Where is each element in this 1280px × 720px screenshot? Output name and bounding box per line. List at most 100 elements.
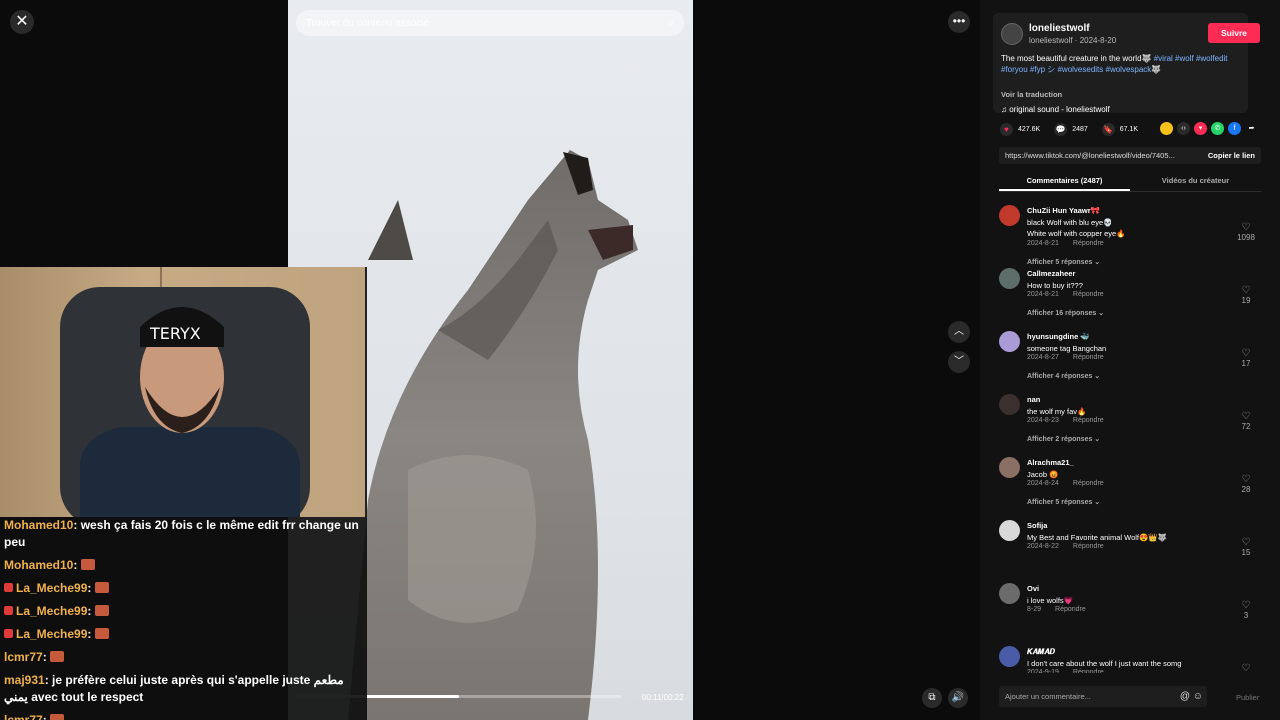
like-stat[interactable]: ♥ 427.6K (1000, 122, 1040, 136)
comment-item: Sofija My Best and Favorite animal Wolf😍👑… (999, 518, 1261, 581)
reply-button[interactable]: Répondre (1073, 543, 1104, 550)
comment-meta: 2024-8-23 Répondre (1027, 417, 1104, 424)
comment-username[interactable]: Ovi (1027, 584, 1039, 593)
reply-button[interactable]: Répondre (1073, 669, 1104, 673)
comment-date: 2024-8-23 (1027, 417, 1059, 424)
heart-outline-icon: ♡ (1241, 348, 1251, 359)
pip-button[interactable]: ⧉ (922, 688, 942, 708)
related-search-bar[interactable]: Trouver du contenu associé ⌕ (296, 10, 684, 36)
streamer-webcam: TERYX (0, 267, 367, 517)
chat-separator: : (87, 604, 95, 618)
comment-avatar[interactable] (999, 583, 1020, 604)
comment-like-button[interactable]: ♡ 28 (1231, 475, 1261, 495)
reply-button[interactable]: Répondre (1073, 240, 1104, 247)
comment-avatar[interactable] (999, 457, 1020, 478)
show-replies-button[interactable]: Afficher 2 réponses ⌄ (1027, 435, 1100, 443)
comment-username[interactable]: Sofija (1027, 521, 1047, 530)
post-description: The most beautiful creature in the world… (1001, 53, 1241, 75)
next-video-button[interactable]: ﹀ (948, 351, 970, 373)
volume-button[interactable]: 🔊 (948, 688, 968, 708)
chat-username[interactable]: Mohamed10 (4, 518, 73, 532)
share-arrow-icon[interactable]: ➦ (1245, 122, 1258, 135)
chat-username[interactable]: La_Meche99 (16, 627, 87, 641)
reply-button[interactable]: Répondre (1073, 291, 1104, 298)
comment-avatar[interactable] (999, 646, 1020, 667)
comment-text: someone tag Bangchan (1027, 344, 1107, 353)
embed-icon[interactable]: ‹› (1177, 122, 1190, 135)
comment-meta: 2024-8-27 Répondre (1027, 354, 1104, 361)
comment-username[interactable]: 𝑲𝑨𝑴𝑨𝑫 (1027, 647, 1055, 657)
comment-like-button[interactable]: ♡ 3 (1231, 600, 1261, 621)
publish-button[interactable]: Publier (1236, 693, 1259, 702)
video-time: 00:11/00:22 (642, 693, 684, 702)
chat-username[interactable]: maj931 (4, 673, 45, 687)
sound-link[interactable]: ♫ original sound - loneliestwolf (1001, 105, 1110, 114)
comment-avatar[interactable] (999, 520, 1020, 541)
show-replies-button[interactable]: Afficher 4 réponses ⌄ (1027, 372, 1100, 380)
search-icon[interactable]: ⌕ (668, 17, 674, 30)
show-replies-button[interactable]: Afficher 16 réponses ⌄ (1027, 309, 1104, 317)
facebook-icon[interactable]: f (1228, 122, 1241, 135)
comment-text: How to buy it??? (1027, 281, 1083, 290)
tab-comments[interactable]: Commentaires (2487) (999, 172, 1130, 191)
send-icon[interactable]: ▾ (1194, 122, 1207, 135)
friends-share-icon[interactable] (1160, 122, 1173, 135)
comment-meta: 2024-9-19 Répondre (1027, 669, 1104, 673)
previous-video-button[interactable]: ︿ (948, 321, 970, 343)
more-options-button[interactable]: ••• (948, 11, 970, 33)
chat-separator: : (73, 558, 81, 572)
reply-button[interactable]: Répondre (1073, 480, 1104, 487)
author-avatar[interactable] (1001, 23, 1023, 45)
chat-username[interactable]: La_Meche99 (16, 581, 87, 595)
comment-like-count: 15 (1241, 548, 1251, 557)
comment-like-count: 28 (1241, 485, 1251, 494)
whatsapp-icon[interactable]: ✆ (1211, 122, 1224, 135)
comment-avatar[interactable] (999, 268, 1020, 289)
follow-button[interactable]: Suivre (1208, 23, 1260, 43)
chat-username[interactable]: La_Meche99 (16, 604, 87, 618)
translate-link[interactable]: Voir la traduction (1001, 90, 1062, 99)
share-buttons: ‹› ▾ ✆ f ➦ (1160, 122, 1262, 135)
comment-stat[interactable]: 💬 2487 (1054, 122, 1088, 136)
save-stat[interactable]: 🔖 67.1K (1101, 122, 1138, 136)
chat-username[interactable]: lcmr77 (4, 650, 43, 664)
comment-text: I don't care about the wolf I just want … (1027, 659, 1182, 668)
emoji-icon[interactable]: ☺ (1193, 691, 1203, 702)
comment-username[interactable]: Callmezaheer (1027, 269, 1075, 278)
reply-button[interactable]: Répondre (1073, 354, 1104, 361)
chat-message: maj931: je préfère celui juste après qui… (4, 672, 363, 706)
comment-avatar[interactable] (999, 205, 1020, 226)
author-name[interactable]: loneliestwolf (1029, 23, 1090, 34)
comment-list: ChuZii Hun Yaawr🎀 black Wolf with blu eye… (999, 203, 1261, 673)
comment-like-button[interactable]: ♡ 19 (1231, 286, 1261, 306)
reply-button[interactable]: Répondre (1073, 417, 1104, 424)
show-replies-button[interactable]: Afficher 5 réponses ⌄ (1027, 258, 1100, 266)
comment-username[interactable]: Alrachma21_ (1027, 458, 1074, 467)
chat-username[interactable]: Mohamed10 (4, 558, 73, 572)
comment-like-button[interactable]: ♡ 1098 (1231, 223, 1261, 243)
copy-link-button[interactable]: Copier le lien (1208, 151, 1255, 160)
chat-emote-icon (94, 605, 109, 616)
comment-text: the wolf my fav🔥 (1027, 407, 1087, 416)
comment-like-button[interactable]: ♡ 72 (1231, 412, 1261, 432)
heart-outline-icon: ♡ (1241, 600, 1251, 611)
comment-input[interactable]: Ajouter un commentaire... @ ☺ (999, 686, 1207, 707)
chat-username[interactable]: lcmr77 (4, 713, 43, 720)
close-button[interactable]: ✕ (10, 10, 34, 34)
comment-avatar[interactable] (999, 394, 1020, 415)
comment-like-button[interactable]: ♡ 15 (1231, 538, 1261, 558)
comment-username[interactable]: nan (1027, 395, 1040, 404)
comment-username[interactable]: hyunsungdine 🐳 (1027, 332, 1090, 341)
reply-button[interactable]: Répondre (1055, 606, 1086, 613)
tab-creator-videos[interactable]: Vidéos du créateur (1130, 172, 1261, 191)
comment-username[interactable]: ChuZii Hun Yaawr🎀 (1027, 206, 1100, 215)
chat-emote-icon (94, 582, 109, 593)
comment-like-button[interactable]: ♡5 (1231, 664, 1261, 674)
comment-like-button[interactable]: ♡ 17 (1231, 348, 1261, 369)
mention-icon[interactable]: @ (1180, 691, 1190, 702)
comment-date: 2024-8-24 (1027, 480, 1059, 487)
chat-message: Mohamed10: (4, 557, 363, 574)
chat-separator: : (42, 713, 51, 720)
comment-avatar[interactable] (999, 331, 1020, 352)
show-replies-button[interactable]: Afficher 5 réponses ⌄ (1027, 498, 1100, 506)
